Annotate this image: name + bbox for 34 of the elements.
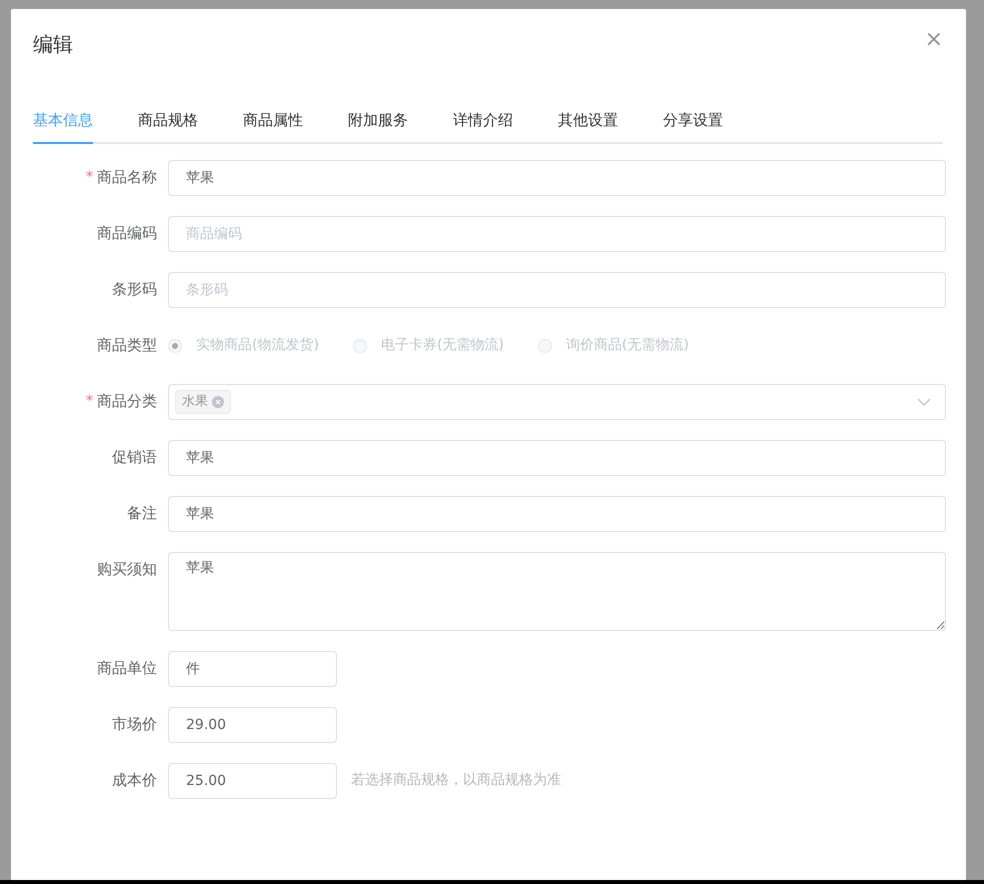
- field-label: 商品类型: [97, 335, 157, 356]
- text-input[interactable]: 苹果: [168, 440, 946, 476]
- field-label: 购买须知: [97, 559, 157, 580]
- tab[interactable]: 商品规格: [138, 109, 198, 144]
- required-asterisk: *: [86, 168, 93, 187]
- field-label: 备注: [127, 503, 157, 524]
- field-label: 成本价: [112, 770, 157, 792]
- field-label: 商品名称: [97, 167, 157, 188]
- text-input[interactable]: 条形码: [168, 272, 946, 308]
- text-input[interactable]: 商品编码: [168, 216, 946, 252]
- field-label: 商品单位: [97, 658, 157, 680]
- field-label: 市场价: [112, 714, 157, 736]
- required-asterisk: *: [86, 392, 93, 411]
- field-label: 促销语: [112, 447, 157, 468]
- tab[interactable]: 分享设置: [663, 109, 723, 144]
- field-label: 条形码: [112, 279, 157, 300]
- field-label: 商品分类: [97, 391, 157, 412]
- textarea-input[interactable]: 苹果: [168, 552, 946, 630]
- tab[interactable]: 详情介绍: [453, 109, 513, 144]
- tab[interactable]: 附加服务: [348, 109, 408, 144]
- text-input[interactable]: 25.00: [168, 762, 337, 798]
- dialog-title: 编辑: [33, 31, 73, 58]
- field-label: 商品编码: [97, 223, 157, 244]
- tab[interactable]: 其他设置: [558, 109, 618, 144]
- category-tag: 水果: [175, 390, 231, 414]
- text-input[interactable]: 苹果: [168, 160, 946, 196]
- text-input[interactable]: 件: [168, 650, 337, 686]
- text-input[interactable]: 苹果: [168, 496, 946, 532]
- tab[interactable]: 商品属性: [243, 109, 303, 144]
- hint-text: 若选择商品规格，以商品规格为准: [351, 771, 561, 790]
- tag-close-icon[interactable]: [212, 396, 224, 408]
- chevron-down-icon: [917, 398, 931, 406]
- close-button[interactable]: ×: [924, 29, 943, 51]
- text-input[interactable]: 29.00: [168, 706, 337, 742]
